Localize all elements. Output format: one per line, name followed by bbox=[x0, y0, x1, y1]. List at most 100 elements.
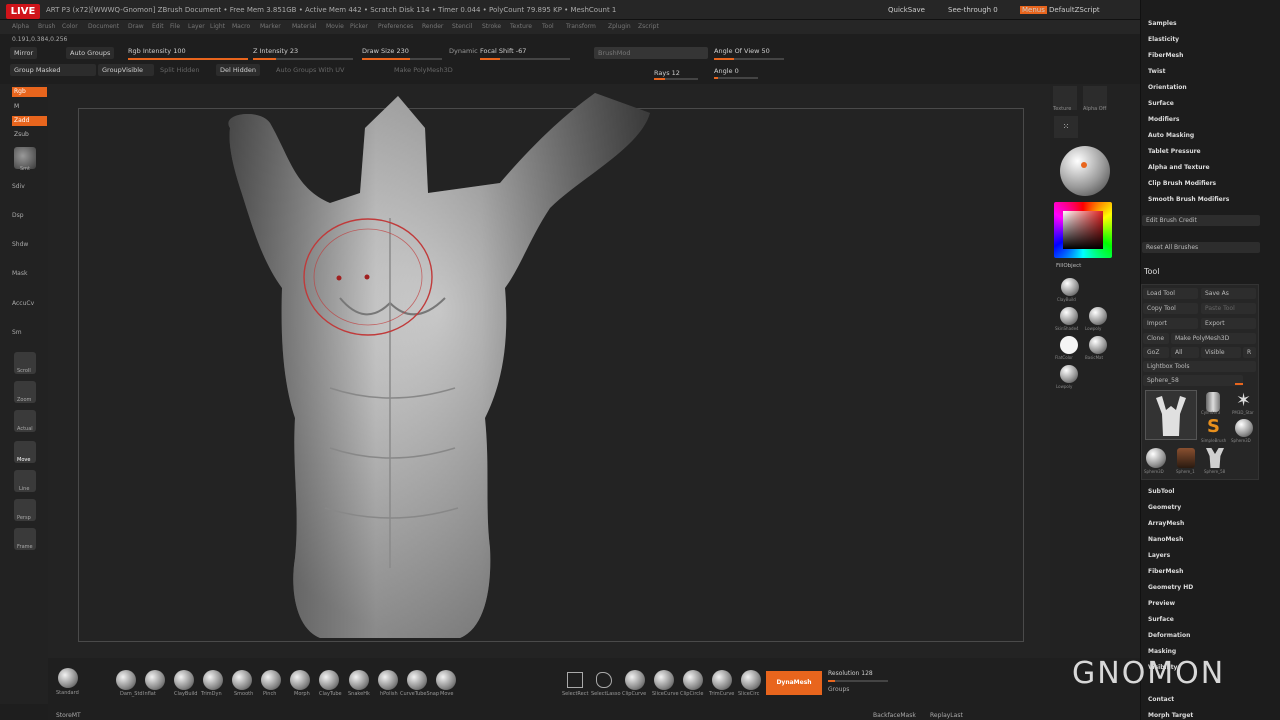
sphere3d-thumb[interactable] bbox=[1235, 419, 1253, 437]
cylinder-thumb[interactable] bbox=[1206, 392, 1220, 412]
accucurve-button[interactable]: AccuCv bbox=[12, 300, 34, 307]
quicksave-button[interactable]: QuickSave bbox=[888, 6, 925, 14]
menu-tool[interactable]: Tool bbox=[542, 23, 554, 30]
hpolish-brush-icon[interactable] bbox=[378, 670, 398, 690]
brush-fibermesh[interactable]: FiberMesh bbox=[1148, 52, 1183, 59]
del-hidden-button[interactable]: Del Hidden bbox=[216, 64, 260, 76]
claybuild-brush-icon[interactable] bbox=[1061, 278, 1079, 296]
tool-masking[interactable]: Masking bbox=[1148, 648, 1176, 655]
tool-fibermesh[interactable]: FiberMesh bbox=[1148, 568, 1183, 575]
dsp-button[interactable]: Dsp bbox=[12, 212, 24, 219]
menu-stroke[interactable]: Stroke bbox=[482, 23, 501, 30]
sphere1-thumb[interactable] bbox=[1177, 448, 1195, 468]
tool-deformation[interactable]: Deformation bbox=[1148, 632, 1190, 639]
tool-subtool[interactable]: SubTool bbox=[1148, 488, 1174, 495]
lightbox-tools-button[interactable]: Lightbox Tools bbox=[1143, 361, 1256, 372]
inflat-brush-icon[interactable] bbox=[145, 670, 165, 690]
brush-orientation[interactable]: Orientation bbox=[1148, 84, 1187, 91]
tool-morph-target[interactable]: Morph Target bbox=[1148, 712, 1193, 719]
clipcurve-icon[interactable] bbox=[625, 670, 645, 690]
menu-draw[interactable]: Draw bbox=[128, 23, 144, 30]
brush-tablet-pressure[interactable]: Tablet Pressure bbox=[1148, 148, 1201, 155]
rays-track[interactable] bbox=[654, 78, 698, 80]
z-intensity-track[interactable] bbox=[253, 58, 353, 60]
zadd-toggle[interactable]: Zadd bbox=[12, 116, 47, 126]
star-thumb[interactable]: ✶ bbox=[1236, 390, 1251, 411]
rgb-toggle[interactable]: Rgb bbox=[12, 87, 47, 97]
trimdyn-brush-icon[interactable] bbox=[203, 670, 223, 690]
menu-texture[interactable]: Texture bbox=[510, 23, 532, 30]
lowpoly2-material-icon[interactable] bbox=[1060, 365, 1078, 383]
stroke-icon[interactable]: ⁙ bbox=[1054, 116, 1078, 138]
focal-shift-track[interactable] bbox=[480, 58, 570, 60]
menu-render[interactable]: Render bbox=[422, 23, 443, 30]
dynamic-toggle[interactable]: Dynamic bbox=[449, 45, 478, 57]
load-tool-button[interactable]: Load Tool bbox=[1143, 288, 1198, 299]
z-intensity-slider[interactable]: Z Intensity 23 bbox=[253, 45, 298, 57]
smooth-brush-icon[interactable] bbox=[232, 670, 252, 690]
brush-smooth-modifiers[interactable]: Smooth Brush Modifiers bbox=[1148, 196, 1229, 203]
claytube-brush-icon[interactable] bbox=[319, 670, 339, 690]
menu-alpha[interactable]: Alpha bbox=[12, 23, 29, 30]
menu-layer[interactable]: Layer bbox=[188, 23, 205, 30]
menu-light[interactable]: Light bbox=[210, 23, 225, 30]
menu-marker[interactable]: Marker bbox=[260, 23, 281, 30]
zsub-toggle[interactable]: Zsub bbox=[14, 131, 29, 138]
save-as-button[interactable]: Save As bbox=[1201, 288, 1256, 299]
copy-tool-button[interactable]: Copy Tool bbox=[1143, 303, 1198, 314]
menu-brush[interactable]: Brush bbox=[38, 23, 55, 30]
sphere3d-2-thumb[interactable] bbox=[1146, 448, 1166, 468]
simplebrush-thumb[interactable]: S bbox=[1207, 416, 1220, 437]
angle-slider[interactable]: Angle 0 bbox=[714, 65, 739, 77]
brush-clip-modifiers[interactable]: Clip Brush Modifiers bbox=[1148, 180, 1216, 187]
tool-geometry[interactable]: Geometry bbox=[1148, 504, 1181, 511]
resolution-slider[interactable]: Resolution 128 bbox=[828, 670, 873, 677]
brush-mod-field[interactable]: BrushMod bbox=[594, 47, 708, 59]
morph-brush-icon[interactable] bbox=[290, 670, 310, 690]
rgb-intensity-track[interactable] bbox=[128, 58, 248, 60]
tool-slider[interactable]: Sphere_58 bbox=[1143, 375, 1243, 386]
resolution-track[interactable] bbox=[828, 680, 888, 682]
r-button[interactable]: R bbox=[1243, 347, 1256, 358]
angle-track[interactable] bbox=[714, 77, 758, 79]
flatcolor-material-icon[interactable] bbox=[1060, 336, 1078, 354]
rgb-intensity-slider[interactable]: Rgb Intensity 100 bbox=[128, 45, 186, 57]
storemt-button[interactable]: StoreMT bbox=[56, 712, 81, 719]
groups-button[interactable]: Groups bbox=[828, 686, 849, 693]
basicmat-material-icon[interactable] bbox=[1089, 336, 1107, 354]
brush-elasticity[interactable]: Elasticity bbox=[1148, 36, 1179, 43]
see-through-slider[interactable]: See-through 0 bbox=[948, 6, 998, 14]
menu-picker[interactable]: Picker bbox=[350, 23, 368, 30]
clipcircle-icon[interactable] bbox=[683, 670, 703, 690]
snakehook-brush-icon[interactable] bbox=[349, 670, 369, 690]
mask-button[interactable]: Mask bbox=[12, 270, 27, 277]
skinshade-material-icon[interactable] bbox=[1060, 307, 1078, 325]
menu-material[interactable]: Material bbox=[292, 23, 316, 30]
export-button[interactable]: Export bbox=[1201, 318, 1256, 329]
clone-button[interactable]: Clone bbox=[1143, 333, 1169, 344]
default-zscript-button[interactable]: DefaultZScript bbox=[1049, 6, 1100, 14]
sdiv-button[interactable]: Sdiv bbox=[12, 183, 25, 190]
brush-modifiers[interactable]: Modifiers bbox=[1148, 116, 1180, 123]
menu-document[interactable]: Document bbox=[88, 23, 119, 30]
tool-layers[interactable]: Layers bbox=[1148, 552, 1170, 559]
brush-alpha-texture[interactable]: Alpha and Texture bbox=[1148, 164, 1210, 171]
sm-button[interactable]: Sm bbox=[12, 329, 22, 336]
reset-all-brushes-button[interactable]: Reset All Brushes bbox=[1142, 242, 1260, 253]
menu-preferences[interactable]: Preferences bbox=[378, 23, 413, 30]
tool-header[interactable]: Tool bbox=[1144, 267, 1160, 276]
color-picker-square[interactable] bbox=[1063, 211, 1103, 249]
auto-groups-button[interactable]: Auto Groups bbox=[66, 47, 115, 59]
menu-edit[interactable]: Edit bbox=[152, 23, 164, 30]
make-polymesh-button[interactable]: Make PolyMesh3D bbox=[394, 64, 453, 76]
menus-button[interactable]: Menus bbox=[1020, 6, 1047, 14]
selectlasso-icon[interactable] bbox=[596, 672, 612, 688]
visible-button[interactable]: Visible bbox=[1201, 347, 1241, 358]
mirror-button[interactable]: Mirror bbox=[10, 47, 38, 59]
slicecurve-icon[interactable] bbox=[654, 670, 674, 690]
tool-preview[interactable]: Preview bbox=[1148, 600, 1175, 607]
claybuild-brush-icon-bottom[interactable] bbox=[174, 670, 194, 690]
sculpt-model[interactable] bbox=[200, 88, 670, 648]
tool-nanomesh[interactable]: NanoMesh bbox=[1148, 536, 1183, 543]
split-hidden-button[interactable]: Split Hidden bbox=[160, 64, 200, 76]
